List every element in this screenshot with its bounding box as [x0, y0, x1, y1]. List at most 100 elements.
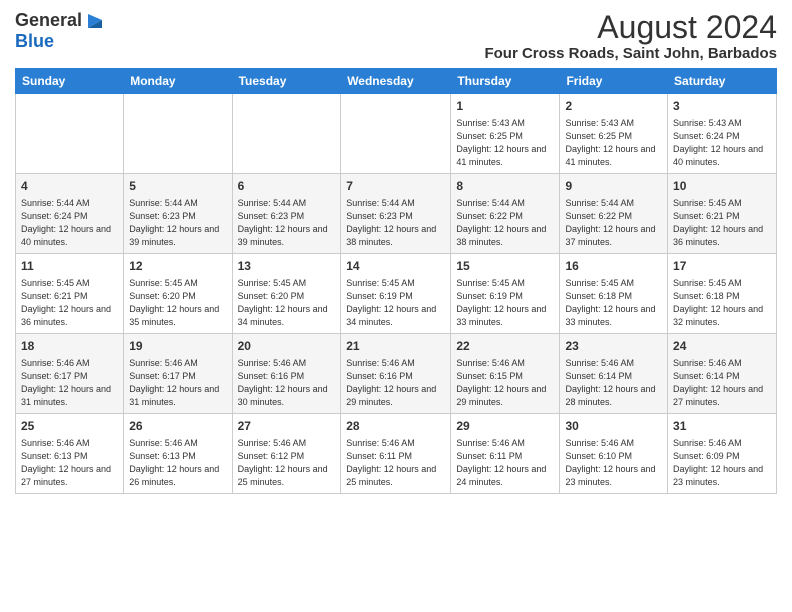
calendar-cell: 10 Sunrise: 5:45 AMSunset: 6:21 PMDayligh…	[668, 174, 777, 254]
day-info: Sunrise: 5:46 AMSunset: 6:11 PMDaylight:…	[456, 437, 554, 489]
calendar-cell: 13 Sunrise: 5:45 AMSunset: 6:20 PMDayligh…	[232, 254, 341, 334]
day-info: Sunrise: 5:43 AMSunset: 6:25 PMDaylight:…	[456, 117, 554, 169]
day-number: 20	[238, 338, 336, 355]
logo-general: General	[15, 11, 82, 31]
calendar-cell: 29 Sunrise: 5:46 AMSunset: 6:11 PMDayligh…	[451, 414, 560, 494]
day-info: Sunrise: 5:44 AMSunset: 6:23 PMDaylight:…	[346, 197, 445, 249]
day-info: Sunrise: 5:46 AMSunset: 6:09 PMDaylight:…	[673, 437, 771, 489]
day-number: 11	[21, 258, 118, 275]
day-number: 8	[456, 178, 554, 195]
calendar-body: 1 Sunrise: 5:43 AMSunset: 6:25 PMDaylight…	[16, 94, 777, 494]
day-number: 9	[565, 178, 662, 195]
calendar-cell: 22 Sunrise: 5:46 AMSunset: 6:15 PMDayligh…	[451, 334, 560, 414]
day-number: 31	[673, 418, 771, 435]
calendar-cell: 14 Sunrise: 5:45 AMSunset: 6:19 PMDayligh…	[341, 254, 451, 334]
calendar-cell: 20 Sunrise: 5:46 AMSunset: 6:16 PMDayligh…	[232, 334, 341, 414]
day-info: Sunrise: 5:45 AMSunset: 6:19 PMDaylight:…	[346, 277, 445, 329]
header: General Blue August 2024 Four Cross Road…	[15, 10, 777, 62]
day-number: 1	[456, 98, 554, 115]
calendar-cell: 19Sunrise: 5:46 AMSunset: 6:17 PMDayligh…	[124, 334, 232, 414]
day-number: 29	[456, 418, 554, 435]
calendar-cell: 15 Sunrise: 5:45 AMSunset: 6:19 PMDayligh…	[451, 254, 560, 334]
calendar-header-sunday: Sunday	[16, 69, 124, 94]
day-info: Sunrise: 5:46 AMSunset: 6:10 PMDaylight:…	[565, 437, 662, 489]
calendar-cell: 12Sunrise: 5:45 AMSunset: 6:20 PMDayligh…	[124, 254, 232, 334]
day-number: 30	[565, 418, 662, 435]
calendar-week-5: 25Sunrise: 5:46 AMSunset: 6:13 PMDayligh…	[16, 414, 777, 494]
calendar-cell: 4Sunrise: 5:44 AMSunset: 6:24 PMDaylight…	[16, 174, 124, 254]
calendar-cell: 17Sunrise: 5:45 AMSunset: 6:18 PMDayligh…	[668, 254, 777, 334]
calendar-header-wednesday: Wednesday	[341, 69, 451, 94]
calendar-cell: 27 Sunrise: 5:46 AMSunset: 6:12 PMDayligh…	[232, 414, 341, 494]
calendar-cell: 8 Sunrise: 5:44 AMSunset: 6:22 PMDaylight…	[451, 174, 560, 254]
title-block: August 2024 Four Cross Roads, Saint John…	[484, 10, 777, 62]
calendar-header-thursday: Thursday	[451, 69, 560, 94]
day-number: 22	[456, 338, 554, 355]
calendar-cell: 30 Sunrise: 5:46 AMSunset: 6:10 PMDayligh…	[560, 414, 668, 494]
page: General Blue August 2024 Four Cross Road…	[0, 0, 792, 612]
day-number: 23	[565, 338, 662, 355]
day-info: Sunrise: 5:46 AMSunset: 6:13 PMDaylight:…	[21, 437, 118, 489]
calendar-table: SundayMondayTuesdayWednesdayThursdayFrid…	[15, 68, 777, 494]
calendar-cell	[124, 94, 232, 174]
calendar-cell: 23Sunrise: 5:46 AMSunset: 6:14 PMDayligh…	[560, 334, 668, 414]
calendar-cell: 5Sunrise: 5:44 AMSunset: 6:23 PMDaylight…	[124, 174, 232, 254]
calendar-header-saturday: Saturday	[668, 69, 777, 94]
day-number: 16	[565, 258, 662, 275]
calendar-cell: 24Sunrise: 5:46 AMSunset: 6:14 PMDayligh…	[668, 334, 777, 414]
calendar-week-1: 1 Sunrise: 5:43 AMSunset: 6:25 PMDaylight…	[16, 94, 777, 174]
day-number: 28	[346, 418, 445, 435]
calendar-cell: 7Sunrise: 5:44 AMSunset: 6:23 PMDaylight…	[341, 174, 451, 254]
subtitle: Four Cross Roads, Saint John, Barbados	[484, 45, 777, 62]
day-info: Sunrise: 5:45 AMSunset: 6:20 PMDaylight:…	[129, 277, 226, 329]
calendar-cell	[341, 94, 451, 174]
day-number: 19	[129, 338, 226, 355]
day-info: Sunrise: 5:45 AMSunset: 6:21 PMDaylight:…	[21, 277, 118, 329]
calendar-header-tuesday: Tuesday	[232, 69, 341, 94]
day-info: Sunrise: 5:46 AMSunset: 6:12 PMDaylight:…	[238, 437, 336, 489]
calendar-cell: 28 Sunrise: 5:46 AMSunset: 6:11 PMDayligh…	[341, 414, 451, 494]
calendar-cell: 21Sunrise: 5:46 AMSunset: 6:16 PMDayligh…	[341, 334, 451, 414]
logo: General Blue	[15, 10, 106, 52]
day-number: 2	[565, 98, 662, 115]
main-title: August 2024	[484, 10, 777, 45]
calendar-cell: 1 Sunrise: 5:43 AMSunset: 6:25 PMDaylight…	[451, 94, 560, 174]
calendar-cell: 3Sunrise: 5:43 AMSunset: 6:24 PMDaylight…	[668, 94, 777, 174]
day-number: 27	[238, 418, 336, 435]
calendar-cell: 9Sunrise: 5:44 AMSunset: 6:22 PMDaylight…	[560, 174, 668, 254]
calendar-cell: 6Sunrise: 5:44 AMSunset: 6:23 PMDaylight…	[232, 174, 341, 254]
day-number: 24	[673, 338, 771, 355]
calendar-week-2: 4Sunrise: 5:44 AMSunset: 6:24 PMDaylight…	[16, 174, 777, 254]
calendar-cell	[16, 94, 124, 174]
calendar-cell: 2Sunrise: 5:43 AMSunset: 6:25 PMDaylight…	[560, 94, 668, 174]
calendar-week-4: 18 Sunrise: 5:46 AMSunset: 6:17 PMDayligh…	[16, 334, 777, 414]
day-info: Sunrise: 5:46 AMSunset: 6:13 PMDaylight:…	[129, 437, 226, 489]
day-number: 21	[346, 338, 445, 355]
calendar-cell: 25Sunrise: 5:46 AMSunset: 6:13 PMDayligh…	[16, 414, 124, 494]
day-info: Sunrise: 5:46 AMSunset: 6:16 PMDaylight:…	[238, 357, 336, 409]
day-info: Sunrise: 5:44 AMSunset: 6:24 PMDaylight:…	[21, 197, 118, 249]
day-info: Sunrise: 5:44 AMSunset: 6:23 PMDaylight:…	[238, 197, 336, 249]
logo-icon	[84, 10, 106, 32]
calendar-header-friday: Friday	[560, 69, 668, 94]
calendar-week-3: 11 Sunrise: 5:45 AMSunset: 6:21 PMDayligh…	[16, 254, 777, 334]
day-info: Sunrise: 5:45 AMSunset: 6:21 PMDaylight:…	[673, 197, 771, 249]
day-info: Sunrise: 5:45 AMSunset: 6:18 PMDaylight:…	[673, 277, 771, 329]
day-info: Sunrise: 5:44 AMSunset: 6:23 PMDaylight:…	[129, 197, 226, 249]
day-number: 13	[238, 258, 336, 275]
day-info: Sunrise: 5:46 AMSunset: 6:15 PMDaylight:…	[456, 357, 554, 409]
day-number: 3	[673, 98, 771, 115]
day-info: Sunrise: 5:46 AMSunset: 6:17 PMDaylight:…	[21, 357, 118, 409]
day-number: 15	[456, 258, 554, 275]
calendar-cell: 16Sunrise: 5:45 AMSunset: 6:18 PMDayligh…	[560, 254, 668, 334]
day-number: 10	[673, 178, 771, 195]
day-number: 26	[129, 418, 226, 435]
logo-blue: Blue	[15, 31, 54, 51]
day-info: Sunrise: 5:45 AMSunset: 6:20 PMDaylight:…	[238, 277, 336, 329]
day-number: 18	[21, 338, 118, 355]
day-info: Sunrise: 5:44 AMSunset: 6:22 PMDaylight:…	[456, 197, 554, 249]
calendar-cell: 11 Sunrise: 5:45 AMSunset: 6:21 PMDayligh…	[16, 254, 124, 334]
day-info: Sunrise: 5:46 AMSunset: 6:11 PMDaylight:…	[346, 437, 445, 489]
day-info: Sunrise: 5:45 AMSunset: 6:19 PMDaylight:…	[456, 277, 554, 329]
day-number: 14	[346, 258, 445, 275]
